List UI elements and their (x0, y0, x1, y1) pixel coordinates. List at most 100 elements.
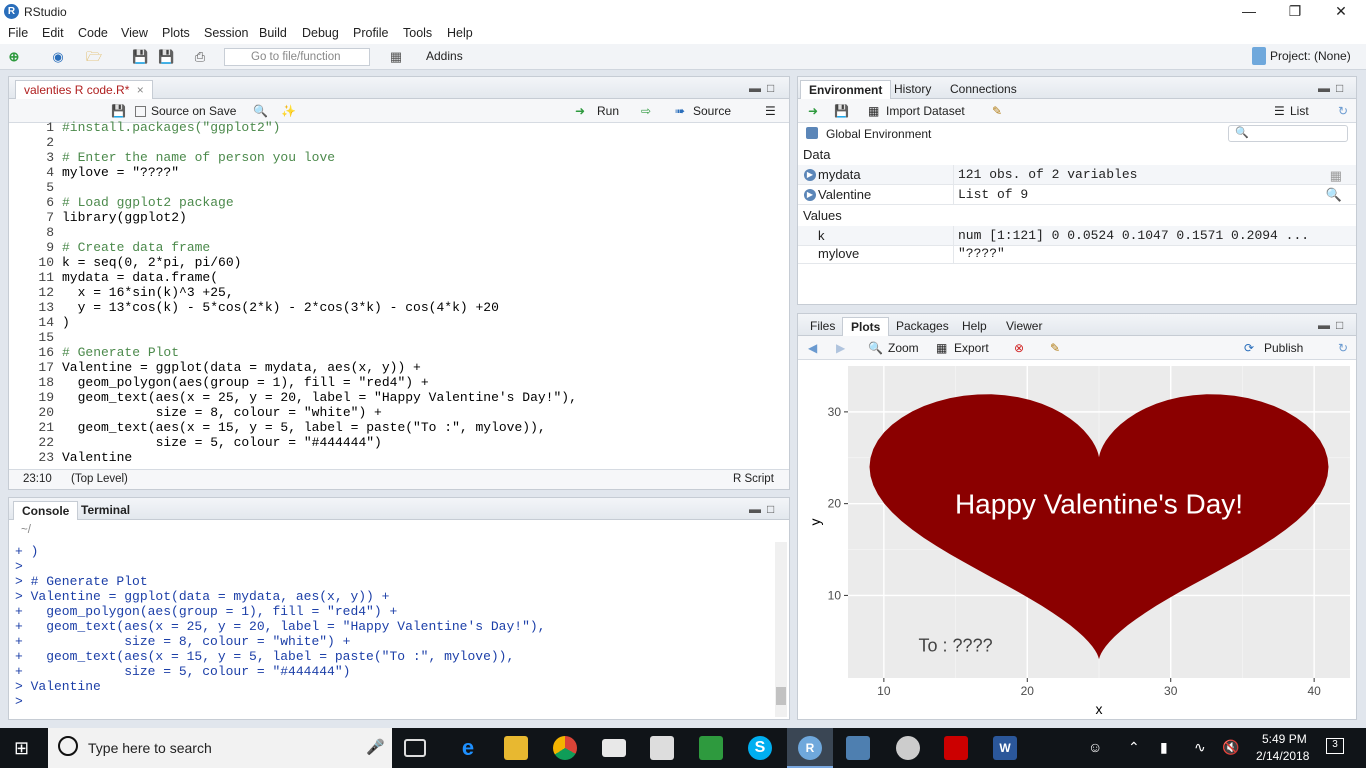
save-all-icon[interactable]: 💾 (158, 49, 174, 65)
battery-icon[interactable]: ▮ (1160, 739, 1168, 756)
menu-build[interactable]: Build (259, 26, 287, 40)
new-project-icon[interactable]: ◉ (50, 49, 66, 65)
windows-start-icon[interactable]: ⊞ (14, 738, 29, 759)
view-table-icon[interactable]: ▦ (1330, 168, 1342, 184)
settings-app-icon[interactable] (896, 736, 920, 760)
tab-files[interactable]: Files (802, 317, 843, 336)
project-menu[interactable]: Project: (None) (1270, 49, 1351, 63)
taskbar-search[interactable]: Type here to search 🎤 (48, 728, 392, 768)
rstudio-taskbar-button[interactable]: R (787, 728, 833, 768)
tab-history[interactable]: History (886, 80, 939, 99)
code-area[interactable]: 1 2 3 4 5 6 7 8 9 10 11 12 13 14 15 16 1… (9, 120, 789, 469)
source-button[interactable]: Source (693, 104, 731, 118)
notification-center-icon[interactable]: 3 (1326, 738, 1344, 754)
clock-time[interactable]: 5:49 PM (1262, 732, 1307, 746)
save-icon[interactable]: 💾 (111, 104, 126, 118)
python-icon[interactable] (846, 736, 870, 760)
menu-code[interactable]: Code (78, 26, 108, 40)
zoom-button[interactable]: Zoom (888, 341, 919, 355)
people-icon[interactable]: ☺ (1088, 739, 1102, 755)
menu-debug[interactable]: Debug (302, 26, 339, 40)
new-file-icon[interactable]: ⊕ (6, 49, 22, 65)
close-button[interactable]: ✕ (1318, 0, 1364, 24)
scrollbar-thumb[interactable] (776, 687, 786, 705)
broom-icon[interactable]: ✎ (1050, 341, 1060, 355)
tab-environment[interactable]: Environment (800, 80, 892, 99)
clock-date[interactable]: 2/14/2018 (1256, 749, 1309, 763)
minimize-pane-icon[interactable]: ▬ (1318, 81, 1330, 95)
chrome-icon[interactable] (553, 736, 577, 760)
tab-plots[interactable]: Plots (842, 317, 890, 336)
edge-icon[interactable]: e (456, 736, 480, 760)
refresh-icon[interactable]: ↻ (1338, 104, 1348, 118)
microphone-icon[interactable]: 🎤 (366, 738, 385, 756)
task-view-icon[interactable] (404, 739, 426, 757)
tab-connections[interactable]: Connections (942, 80, 1025, 99)
save-workspace-icon[interactable]: 💾 (834, 104, 849, 118)
acrobat-icon[interactable] (944, 736, 968, 760)
env-row-k[interactable]: k num [1:121] 0 0.0524 0.1047 0.1571 0.2… (798, 226, 1356, 246)
load-workspace-icon[interactable]: ➜ (808, 104, 818, 118)
mail-icon[interactable] (602, 739, 626, 757)
forward-arrow-icon[interactable]: ▶ (836, 341, 845, 355)
tab-terminal[interactable]: Terminal (73, 501, 138, 520)
wifi-icon[interactable]: ∿ (1194, 739, 1206, 756)
maximize-pane-icon[interactable]: □ (767, 502, 774, 516)
restore-button[interactable]: ❐ (1272, 0, 1318, 24)
menu-session[interactable]: Session (204, 26, 248, 40)
env-row-mylove[interactable]: mylove "????" (798, 244, 1356, 264)
minimize-pane-icon[interactable]: ▬ (749, 81, 761, 95)
broom-icon[interactable]: ✎ (992, 104, 1002, 118)
expand-icon[interactable]: ▶ (804, 189, 816, 201)
menu-tools[interactable]: Tools (403, 26, 432, 40)
editor-tab[interactable]: valenties R code.R* × (15, 80, 153, 99)
env-search-input[interactable]: 🔍 (1228, 125, 1348, 142)
search-icon[interactable]: 🔍 (253, 104, 268, 118)
console-scrollbar[interactable] (775, 542, 787, 717)
goto-file-input[interactable]: Go to file/function (224, 48, 370, 66)
save-icon[interactable]: 💾 (132, 49, 148, 65)
outline-icon[interactable]: ☰ (765, 104, 776, 118)
menu-file[interactable]: File (8, 26, 28, 40)
console-output[interactable]: + ) > > # Generate Plot > Valentine = gg… (9, 542, 773, 719)
tab-console[interactable]: Console (13, 501, 79, 520)
menu-view[interactable]: View (121, 26, 148, 40)
remove-plot-icon[interactable]: ⊗ (1014, 341, 1024, 355)
tab-packages[interactable]: Packages (888, 317, 957, 336)
media-icon[interactable] (699, 736, 723, 760)
open-folder-icon[interactable]: 🗁 (86, 49, 102, 65)
source-on-save-checkbox[interactable] (135, 106, 146, 117)
run-button[interactable]: Run (597, 104, 619, 118)
volume-icon[interactable]: 🔇 (1222, 739, 1239, 756)
grid-layout-icon[interactable]: ▦ (388, 49, 404, 65)
scope-selector[interactable]: (Top Level) (71, 473, 128, 485)
publish-button[interactable]: Publish (1264, 341, 1303, 355)
back-arrow-icon[interactable]: ◀ (808, 341, 817, 355)
global-environment-selector[interactable]: Global Environment (826, 127, 931, 141)
minimize-pane-icon[interactable]: ▬ (749, 502, 761, 516)
close-tab-icon[interactable]: × (137, 83, 144, 97)
word-icon[interactable]: W (993, 736, 1017, 760)
export-button[interactable]: Export (954, 341, 989, 355)
rerun-icon[interactable]: ⇨ (641, 104, 651, 118)
file-explorer-icon[interactable] (504, 736, 528, 760)
env-row-valentine[interactable]: ▶ Valentine List of 9 🔍 (798, 185, 1356, 205)
menu-help[interactable]: Help (447, 26, 473, 40)
print-icon[interactable]: ⎙ (192, 49, 208, 65)
skype-icon[interactable]: S (748, 736, 772, 760)
view-list-button[interactable]: List (1290, 104, 1309, 118)
minimize-pane-icon[interactable]: ▬ (1318, 318, 1330, 332)
refresh-icon[interactable]: ↻ (1338, 341, 1348, 355)
view-object-icon[interactable]: 🔍 (1326, 187, 1342, 203)
wand-icon[interactable]: ✨ (281, 104, 296, 118)
menu-plots[interactable]: Plots (162, 26, 190, 40)
addins-button[interactable]: Addins (426, 49, 463, 63)
import-dataset-button[interactable]: Import Dataset (886, 104, 965, 118)
tab-viewer[interactable]: Viewer (998, 317, 1050, 336)
expand-icon[interactable]: ▶ (804, 169, 816, 181)
menu-edit[interactable]: Edit (42, 26, 64, 40)
tab-help[interactable]: Help (954, 317, 995, 336)
env-row-mydata[interactable]: ▶ mydata 121 obs. of 2 variables ▦ (798, 165, 1356, 185)
maximize-pane-icon[interactable]: □ (1336, 318, 1343, 332)
menu-profile[interactable]: Profile (353, 26, 388, 40)
